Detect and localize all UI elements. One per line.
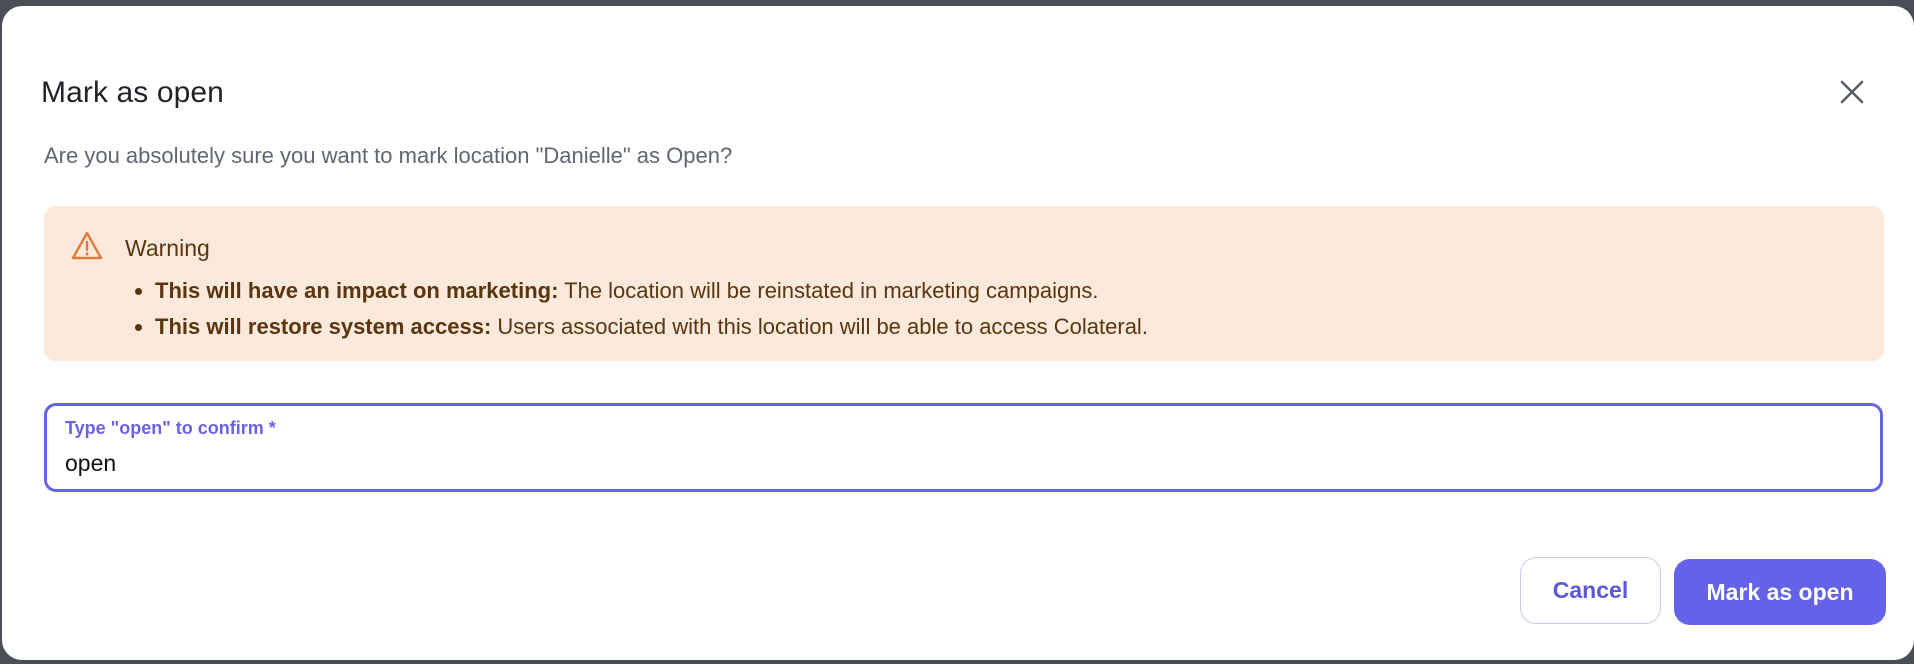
warning-triangle-icon <box>71 231 103 260</box>
confirm-field-label: Type "open" to confirm * <box>65 418 276 438</box>
warning-item-heading: This will restore system access: <box>155 314 492 339</box>
warning-item-access: This will restore system access: Users a… <box>155 309 1148 345</box>
dialog-title: Mark as open <box>41 76 224 109</box>
warning-callout: Warning This will have an impact on mark… <box>44 206 1884 361</box>
warning-item-heading: This will have an impact on marketing: <box>155 278 559 303</box>
warning-list: This will have an impact on marketing: T… <box>132 273 1148 345</box>
close-icon <box>1840 80 1864 104</box>
mark-as-open-dialog: Mark as open Are you absolutely sure you… <box>2 6 1914 660</box>
confirm-input[interactable] <box>65 447 1855 479</box>
warning-item-marketing: This will have an impact on marketing: T… <box>155 273 1148 309</box>
cancel-button[interactable]: Cancel <box>1520 557 1661 624</box>
warning-item-text: The location will be reinstated in marke… <box>558 278 1099 303</box>
warning-item-text: Users associated with this location will… <box>491 314 1148 339</box>
warning-title: Warning <box>125 235 210 261</box>
confirm-field: Type "open" to confirm * <box>44 403 1883 492</box>
confirmation-message: Are you absolutely sure you want to mark… <box>44 143 733 168</box>
close-button[interactable] <box>1832 72 1872 112</box>
mark-as-open-button[interactable]: Mark as open <box>1674 559 1886 625</box>
